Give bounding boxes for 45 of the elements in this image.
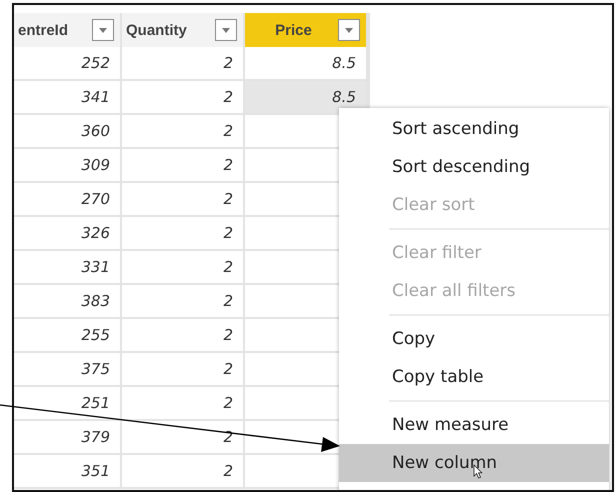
cell-value: 270 [81,190,110,208]
cell-value: 8.5 [332,54,356,72]
cell-value: 2 [223,394,233,412]
cell-value: 251 [81,394,110,412]
filter-dropdown-button[interactable] [92,19,114,41]
cell-value: 326 [81,224,110,242]
cell-value: 2 [223,224,233,242]
cell-value: 255 [81,326,110,344]
menu-item[interactable]: Copy [339,320,609,358]
cell-value: 2 [223,462,233,480]
cell-value: 2 [223,156,233,174]
column-title: Quantity [126,22,187,38]
cell-value: 2 [223,88,233,106]
menu-item[interactable]: New column [339,444,609,482]
column-header[interactable]: entreId [14,13,122,47]
cell-value: 379 [81,428,110,446]
cell-value: 375 [81,360,110,378]
column-title: Price [274,22,313,38]
menu-item[interactable]: Sort descending [339,148,609,186]
cell-value: 2 [223,54,233,72]
caret-icon [345,28,353,32]
cell-value: 2 [223,292,233,310]
caret-icon [222,28,230,32]
column-header[interactable]: Price [245,13,368,47]
menu-item[interactable]: Copy table [339,358,609,396]
cell-value: 351 [81,462,110,480]
cell-value: 2 [223,360,233,378]
cell-value: 2 [223,326,233,344]
cell-value: 383 [81,292,110,310]
cell-value: 8.5 [332,88,356,106]
cell-value: 2 [223,258,233,276]
cell-value: 360 [81,122,110,140]
filter-dropdown-button[interactable] [338,19,360,41]
caret-icon [99,28,107,32]
filter-dropdown-button[interactable] [215,19,237,41]
cell-value: 309 [81,156,110,174]
column-header[interactable]: Quantity [122,13,245,47]
menu-item[interactable]: Sort ascending [339,110,609,148]
cell-value: 252 [81,54,110,72]
column-title: entreId [18,22,68,38]
cell-value: 2 [223,122,233,140]
cell-value: 331 [81,258,110,276]
cell-value: 2 [223,190,233,208]
menu-item[interactable]: New measure [339,406,609,444]
cell-value: 341 [81,88,110,106]
